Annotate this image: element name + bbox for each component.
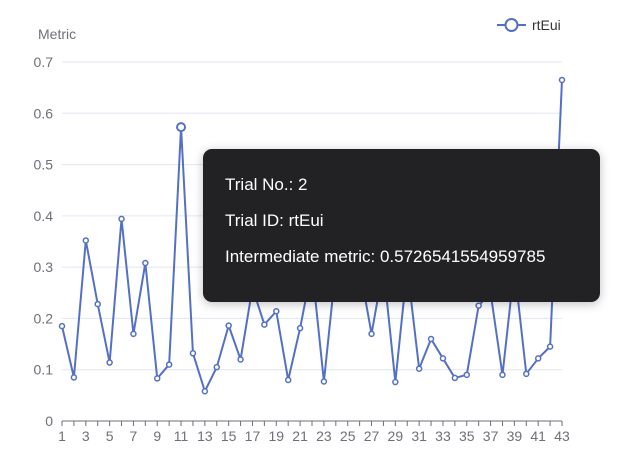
data-point — [523, 370, 530, 378]
data-point — [201, 388, 209, 395]
data-point — [475, 302, 482, 309]
x-tick-label: 23 — [316, 428, 332, 444]
y-tick-label: 0.6 — [34, 105, 54, 121]
x-tick-label: 21 — [292, 428, 308, 444]
x-tick-label: 41 — [530, 428, 546, 444]
x-tick-label: 19 — [268, 428, 284, 444]
x-tick-label: 27 — [364, 428, 380, 444]
x-tick-label: 3 — [82, 428, 90, 444]
data-point — [261, 321, 268, 328]
data-point — [499, 371, 506, 379]
x-tick-label: 33 — [435, 428, 451, 444]
data-point — [427, 335, 435, 343]
x-tick-label: 1 — [58, 428, 66, 444]
x-tick-label: 5 — [106, 428, 114, 444]
x-tick-label: 43 — [554, 428, 570, 444]
x-tick-label: 9 — [153, 428, 161, 444]
y-axis-label: Metric — [38, 26, 76, 42]
data-point — [58, 322, 66, 330]
data-point — [94, 300, 101, 308]
x-axis: 1 3 5 7 9 11 13 15 17 19 21 23 25 27 29 31 33 35 37 39 41 43 — [58, 420, 570, 444]
y-tick-label: 0.4 — [34, 208, 54, 224]
data-point — [284, 376, 292, 384]
data-point — [142, 259, 149, 267]
y-tick-labels: 0 0.1 0.2 0.3 0.4 0.5 0.6 0.7 — [34, 54, 54, 429]
x-tick-label: 7 — [130, 428, 138, 444]
x-tick-label: 15 — [221, 428, 237, 444]
x-tick-label: 11 — [174, 428, 189, 444]
legend-label: rtEui — [532, 17, 561, 33]
data-point — [213, 363, 221, 371]
x-tick-label: 29 — [388, 428, 404, 444]
legend[interactable]: rtEui — [497, 17, 561, 33]
y-tick-label: 0.5 — [34, 157, 54, 173]
data-point — [118, 215, 125, 223]
y-tick-label: 0.7 — [34, 54, 54, 70]
data-point — [225, 322, 232, 329]
x-tick-label: 31 — [411, 428, 427, 444]
data-point — [392, 378, 399, 386]
y-tick-label: 0.1 — [34, 362, 54, 378]
data-point — [463, 371, 471, 379]
data-point — [153, 375, 161, 382]
data-point — [558, 76, 566, 84]
tooltip-trial-no: Trial No.: 2 — [225, 175, 308, 194]
x-tick-label: 39 — [507, 428, 523, 444]
y-tick-label: 0 — [45, 413, 53, 429]
data-point — [368, 330, 375, 338]
x-tick-label: 25 — [340, 428, 356, 444]
data-point — [320, 378, 328, 385]
data-point — [130, 330, 137, 338]
data-point — [176, 122, 187, 133]
x-tick-label: 37 — [483, 428, 499, 444]
data-point — [439, 355, 447, 362]
data-point — [415, 365, 423, 372]
x-tick-label: 13 — [197, 428, 213, 444]
data-point — [534, 355, 542, 362]
tooltip-intermediate-metric: Intermediate metric: 0.5726541554959785 — [225, 247, 546, 266]
tooltip: Trial No.: 2 Trial ID: rtEui Intermediat… — [203, 149, 600, 302]
y-tick-label: 0.2 — [34, 310, 54, 326]
data-point — [451, 374, 459, 382]
x-tick-label: 35 — [459, 428, 475, 444]
legend-marker-icon — [504, 18, 519, 32]
data-point — [237, 356, 244, 363]
data-point — [296, 324, 304, 332]
data-point — [273, 307, 280, 315]
data-point — [189, 350, 197, 357]
data-point — [82, 237, 90, 244]
data-point — [546, 343, 554, 350]
data-point — [106, 359, 113, 366]
tooltip-trial-id: Trial ID: rtEui — [225, 211, 324, 230]
data-point — [70, 374, 78, 381]
data-point — [165, 361, 173, 368]
y-tick-label: 0.3 — [34, 259, 54, 275]
x-tick-label: 17 — [245, 428, 261, 444]
